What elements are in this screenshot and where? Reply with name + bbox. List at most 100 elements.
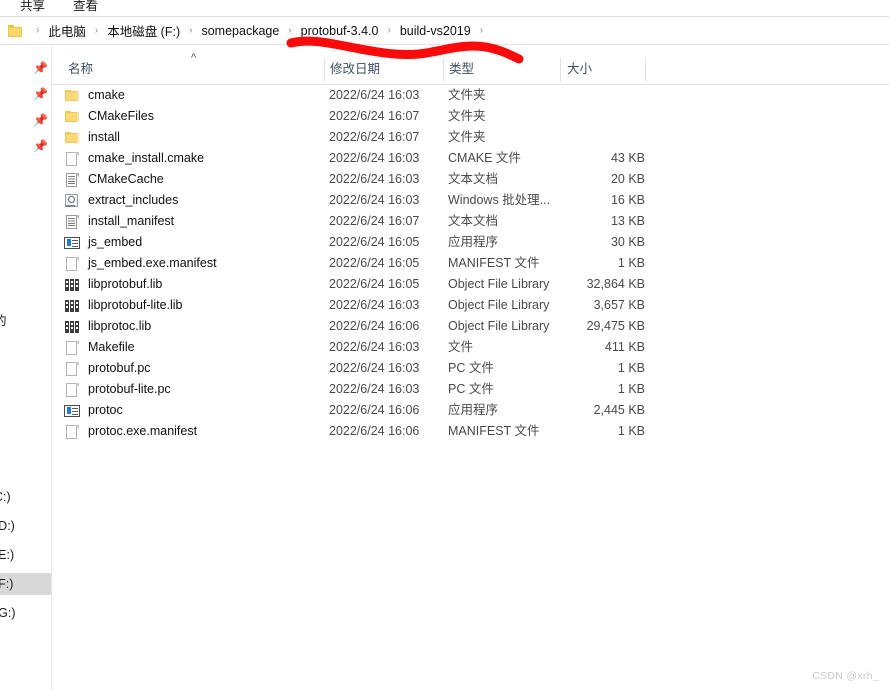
pin-icon[interactable]: 📌	[33, 62, 48, 75]
file-date-cell: 2022/6/24 16:03	[329, 340, 420, 354]
file-date-cell: 2022/6/24 16:03	[329, 193, 420, 207]
file-type-cell: 文本文档	[448, 214, 499, 228]
text-document-icon	[64, 172, 80, 188]
file-name-cell[interactable]: protoc.exe.manifest	[64, 421, 197, 442]
file-date-cell: 2022/6/24 16:03	[329, 298, 420, 312]
file-type-cell: 文本文档	[448, 172, 499, 186]
column-divider[interactable]	[443, 58, 444, 82]
file-name-cell[interactable]: protobuf-lite.pc	[64, 379, 171, 400]
sort-ascending-icon[interactable]: ^	[191, 53, 196, 64]
file-name-cell[interactable]: CMakeFiles	[64, 106, 154, 127]
drive-label: C:)	[0, 490, 11, 504]
table-row[interactable]: cmake_install.cmake 2022/6/24 16:03 CMAKE …	[52, 148, 889, 169]
file-name-cell[interactable]: cmake_install.cmake	[64, 148, 204, 169]
file-name-cell[interactable]: libprotoc.lib	[64, 316, 151, 337]
breadcrumb-item-this-pc[interactable]: 此电脑	[46, 20, 88, 41]
table-row[interactable]: js_embed.exe.manifest 2022/6/24 16:05 MANI…	[52, 253, 889, 274]
file-list[interactable]: cmake 2022/6/24 16:03 文件夹 CMakeFiles 2022/6/…	[52, 85, 889, 690]
file-name-cell[interactable]: js_embed.exe.manifest	[64, 253, 217, 274]
drive-label: (D:)	[0, 519, 15, 533]
file-name-cell[interactable]: Makefile	[64, 337, 135, 358]
file-name-cell[interactable]: cmake	[64, 85, 125, 106]
breadcrumb-separator: ›	[36, 25, 40, 36]
column-divider[interactable]	[645, 58, 646, 82]
table-row[interactable]: install 2022/6/24 16:07 文件夹	[52, 127, 889, 148]
breadcrumb-item-somepackage[interactable]: somepackage	[199, 23, 281, 39]
file-name-cell[interactable]: protobuf.pc	[64, 358, 151, 379]
file-name-cell[interactable]: extract_includes	[64, 190, 178, 211]
table-row[interactable]: CMakeFiles 2022/6/24 16:07 文件夹	[52, 106, 889, 127]
sidebar-item-drive-d[interactable]: (D:)	[0, 515, 51, 537]
table-row[interactable]: Makefile 2022/6/24 16:03 文件 411 KB	[52, 337, 889, 358]
file-name-cell[interactable]: libprotobuf.lib	[64, 274, 162, 295]
file-type-cell: 文件夹	[448, 130, 486, 144]
breadcrumb-separator: ›	[387, 25, 391, 36]
table-row[interactable]: protobuf-lite.pc 2022/6/24 16:03 PC 文件 1 KB	[52, 379, 889, 400]
file-name-label: protobuf-lite.pc	[88, 382, 171, 396]
address-bar[interactable]: › 此电脑 › 本地磁盘 (F:) › somepackage › protob…	[0, 17, 889, 45]
table-row[interactable]: libprotoc.lib 2022/6/24 16:06 Object File …	[52, 316, 889, 337]
file-type-cell: 文件夹	[448, 109, 486, 123]
file-size-cell: 32,864 KB	[586, 277, 645, 291]
table-row[interactable]: CMakeCache 2022/6/24 16:03 文本文档 20 KB	[52, 169, 889, 190]
file-name-label: protoc.exe.manifest	[88, 424, 198, 438]
sidebar-item-drive-e[interactable]: (E:)	[0, 544, 51, 566]
file-name-label: libprotobuf-lite.lib	[88, 298, 183, 312]
file-name-cell[interactable]: CMakeCache	[64, 169, 164, 190]
watermark: CSDN @xrh_	[812, 670, 879, 682]
file-date-cell: 2022/6/24 16:03	[329, 172, 420, 186]
file-name-cell[interactable]: protoc	[64, 400, 123, 421]
file-name-label: install_manifest	[88, 214, 175, 228]
table-row[interactable]: extract_includes 2022/6/24 16:03 Windows 批…	[52, 190, 889, 211]
file-type-cell: 文件	[448, 340, 474, 354]
sidebar-item-drive-f[interactable]: (F:)	[0, 573, 51, 595]
file-date-cell: 2022/6/24 16:07	[329, 214, 420, 228]
pin-icon[interactable]: 📌	[33, 114, 48, 127]
file-type-cell: PC 文件	[448, 382, 494, 396]
column-divider[interactable]	[560, 58, 561, 82]
file-name-label: libprotobuf.lib	[88, 277, 163, 291]
nav-clipped-label[interactable]: 的	[0, 310, 51, 329]
pin-icon[interactable]: 📌	[33, 140, 48, 153]
navigation-pane[interactable]: 📌 📌 📌 📌 的 C:) (D:) (E:) (F:) (G:)	[0, 46, 52, 690]
object-library-icon	[64, 298, 80, 314]
file-name-label: js_embed	[88, 235, 143, 249]
file-name-cell[interactable]: js_embed	[64, 232, 142, 253]
column-header-size[interactable]: 大小	[567, 58, 592, 77]
folder-icon	[64, 130, 80, 146]
column-header-type[interactable]: 类型	[449, 58, 474, 77]
table-row[interactable]: libprotobuf-lite.lib 2022/6/24 16:03 Objec…	[52, 295, 889, 316]
ribbon-tab-view[interactable]: 查看	[73, 0, 98, 14]
sidebar-item-drive-c[interactable]: C:)	[0, 486, 51, 508]
file-name-label: extract_includes	[88, 193, 179, 207]
ribbon-tab-share[interactable]: 共享	[20, 0, 45, 14]
sidebar-item-drive-g[interactable]: (G:)	[0, 602, 51, 624]
table-row[interactable]: cmake 2022/6/24 16:03 文件夹	[52, 85, 889, 106]
file-date-cell: 2022/6/24 16:06	[329, 424, 420, 438]
object-library-icon	[64, 277, 80, 293]
breadcrumb-separator: ›	[189, 25, 193, 36]
column-header-name[interactable]: 名称	[68, 58, 93, 77]
table-row[interactable]: libprotobuf.lib 2022/6/24 16:05 Object Fil…	[52, 274, 889, 295]
file-size-cell	[504, 127, 645, 148]
table-row[interactable]: protoc 2022/6/24 16:06 应用程序 2,445 KB	[52, 400, 889, 421]
table-row[interactable]: protoc.exe.manifest 2022/6/24 16:06 MANIFE…	[52, 421, 889, 442]
drive-label: (E:)	[0, 548, 15, 562]
breadcrumb-item-protobuf[interactable]: protobuf-3.4.0	[299, 23, 381, 39]
table-row[interactable]: install_manifest 2022/6/24 16:07 文本文档 13 KB	[52, 211, 889, 232]
breadcrumb-item-local-disk-f[interactable]: 本地磁盘 (F:)	[105, 20, 182, 41]
table-row[interactable]: protobuf.pc 2022/6/24 16:03 PC 文件 1 KB	[52, 358, 889, 379]
column-header-date-modified[interactable]: 修改日期	[330, 58, 380, 77]
pin-icon[interactable]: 📌	[33, 88, 48, 101]
file-icon	[64, 424, 80, 440]
breadcrumb-separator: ›	[479, 25, 484, 36]
table-row[interactable]: js_embed 2022/6/24 16:05 应用程序 30 KB	[52, 232, 889, 253]
breadcrumb-item-build-vs2019[interactable]: build-vs2019	[398, 23, 473, 39]
file-size-cell: 1 KB	[617, 424, 645, 438]
file-name-cell[interactable]: libprotobuf-lite.lib	[64, 295, 183, 316]
file-name-cell[interactable]: install	[64, 127, 120, 148]
batch-file-icon	[64, 193, 80, 209]
file-date-cell: 2022/6/24 16:05	[329, 256, 420, 270]
column-divider[interactable]	[324, 58, 325, 82]
file-name-cell[interactable]: install_manifest	[64, 211, 174, 232]
